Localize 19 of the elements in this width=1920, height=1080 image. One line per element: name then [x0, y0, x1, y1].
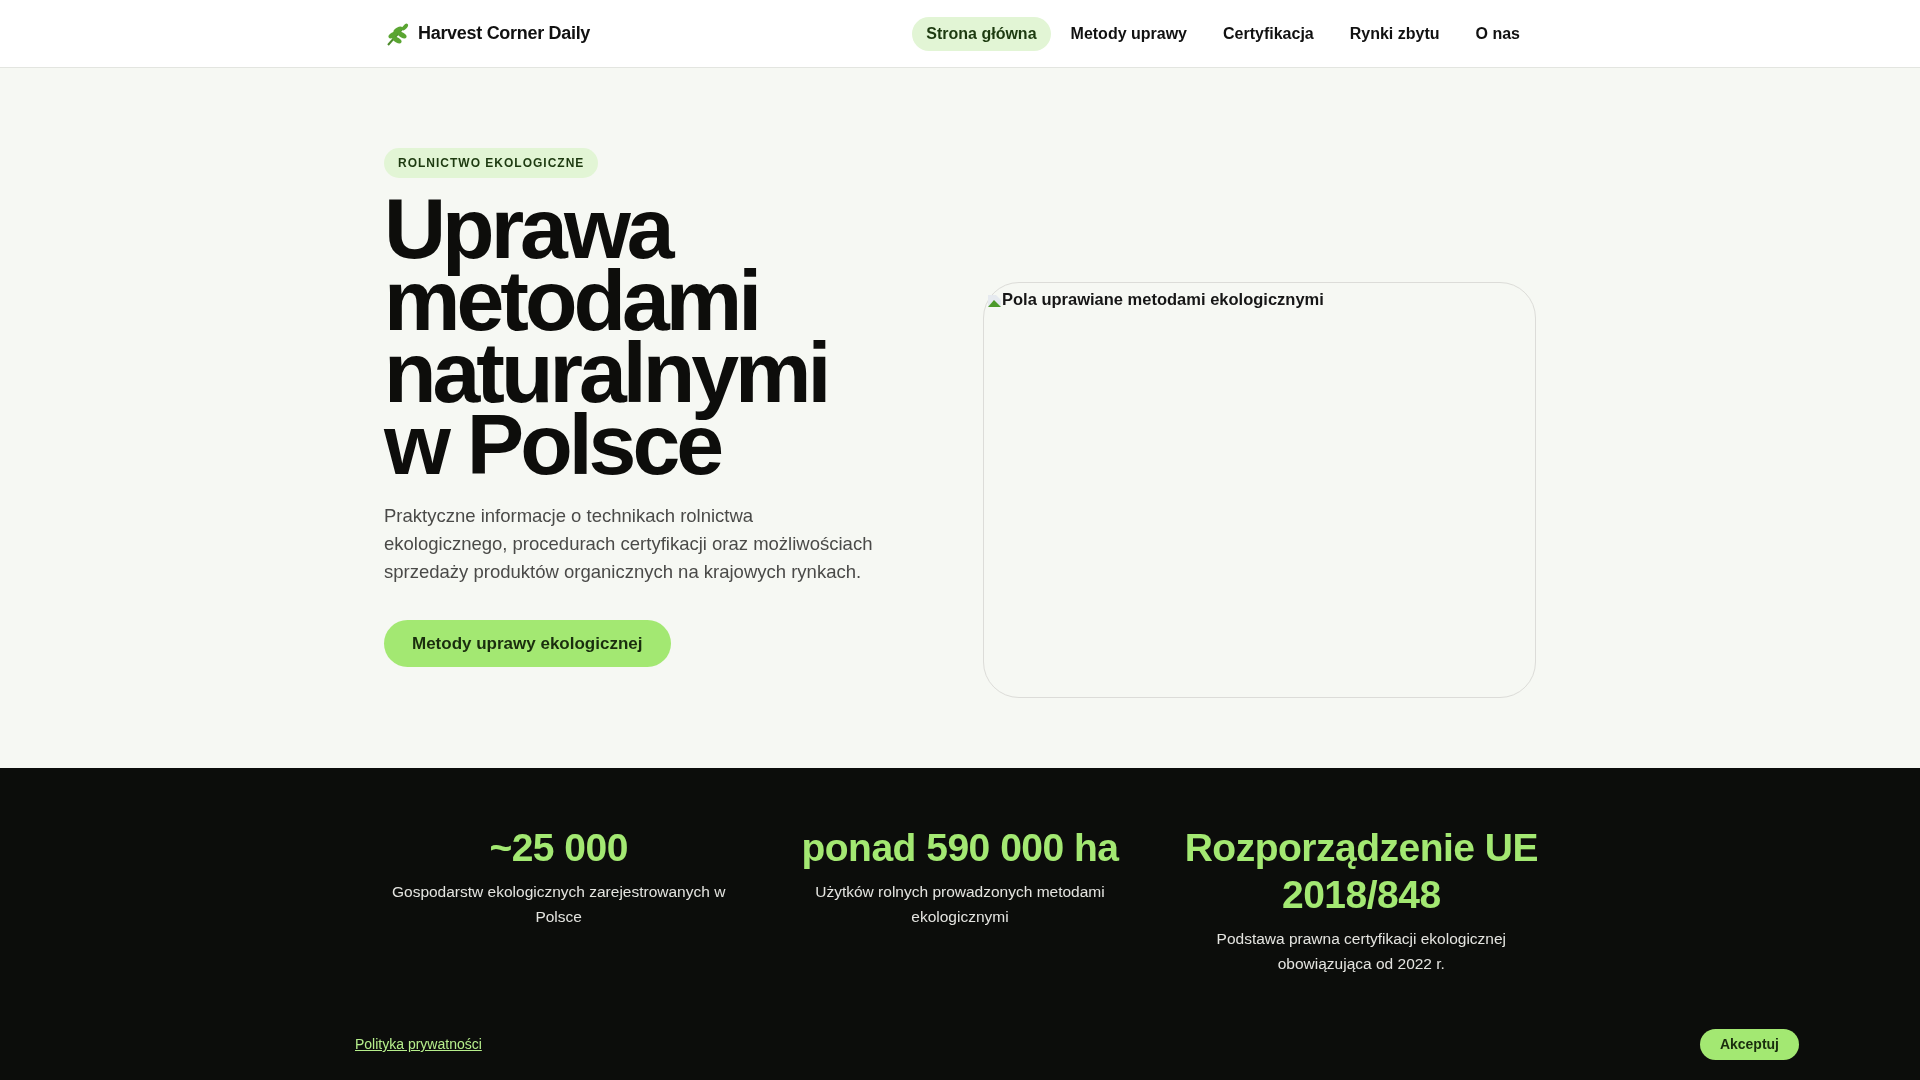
nav-link[interactable]: O nas — [1459, 16, 1536, 51]
hero-heading: Uprawa metodami naturalnymi w Polsce — [384, 192, 829, 480]
accept-button[interactable]: Akceptuj — [1699, 1029, 1799, 1060]
hero-paragraph: Praktyczne informacje o technikach rolnictwa ekologicznego, procedurach certyfikacji oraz możliwościach sprzedaży produktów organicznych na krajowych rynkach. — [384, 504, 874, 584]
stat-value: ~25 000 — [489, 825, 628, 871]
stat-description: Użytków rolnych prowadzonych metodami ekologicznymi — [814, 882, 1106, 927]
category-badge: ROLNICTWO EKOLOGICZNE — [384, 148, 599, 178]
site-title[interactable]: Harvest Corner Daily — [418, 20, 591, 47]
nav-link[interactable]: Metody uprawy — [1054, 16, 1203, 51]
stat-description: Podstawa prawna certyfikacji ekologicznej obowiązująca od 2022 r. — [1215, 929, 1508, 974]
stat-value: ponad 590 000 ha — [801, 825, 1119, 871]
cta-button[interactable]: Metody uprawy ekologicznej — [384, 620, 671, 667]
image-alt-text: Pola uprawiane metodami ekologicznymi — [1002, 289, 1324, 310]
nav-link[interactable]: Strona główna — [912, 16, 1051, 51]
privacy-link[interactable]: Polityka prywatności — [355, 1034, 482, 1055]
stat-description: Gospodarstw ekologicznych zarejestrowanych w Polsce — [390, 882, 727, 927]
nav-link[interactable]: Certyfikacja — [1207, 16, 1330, 51]
nav-link[interactable]: Rynki zbytu — [1333, 16, 1456, 51]
stat-value: Rozporządzenie UE 2018/848 — [1183, 825, 1539, 918]
